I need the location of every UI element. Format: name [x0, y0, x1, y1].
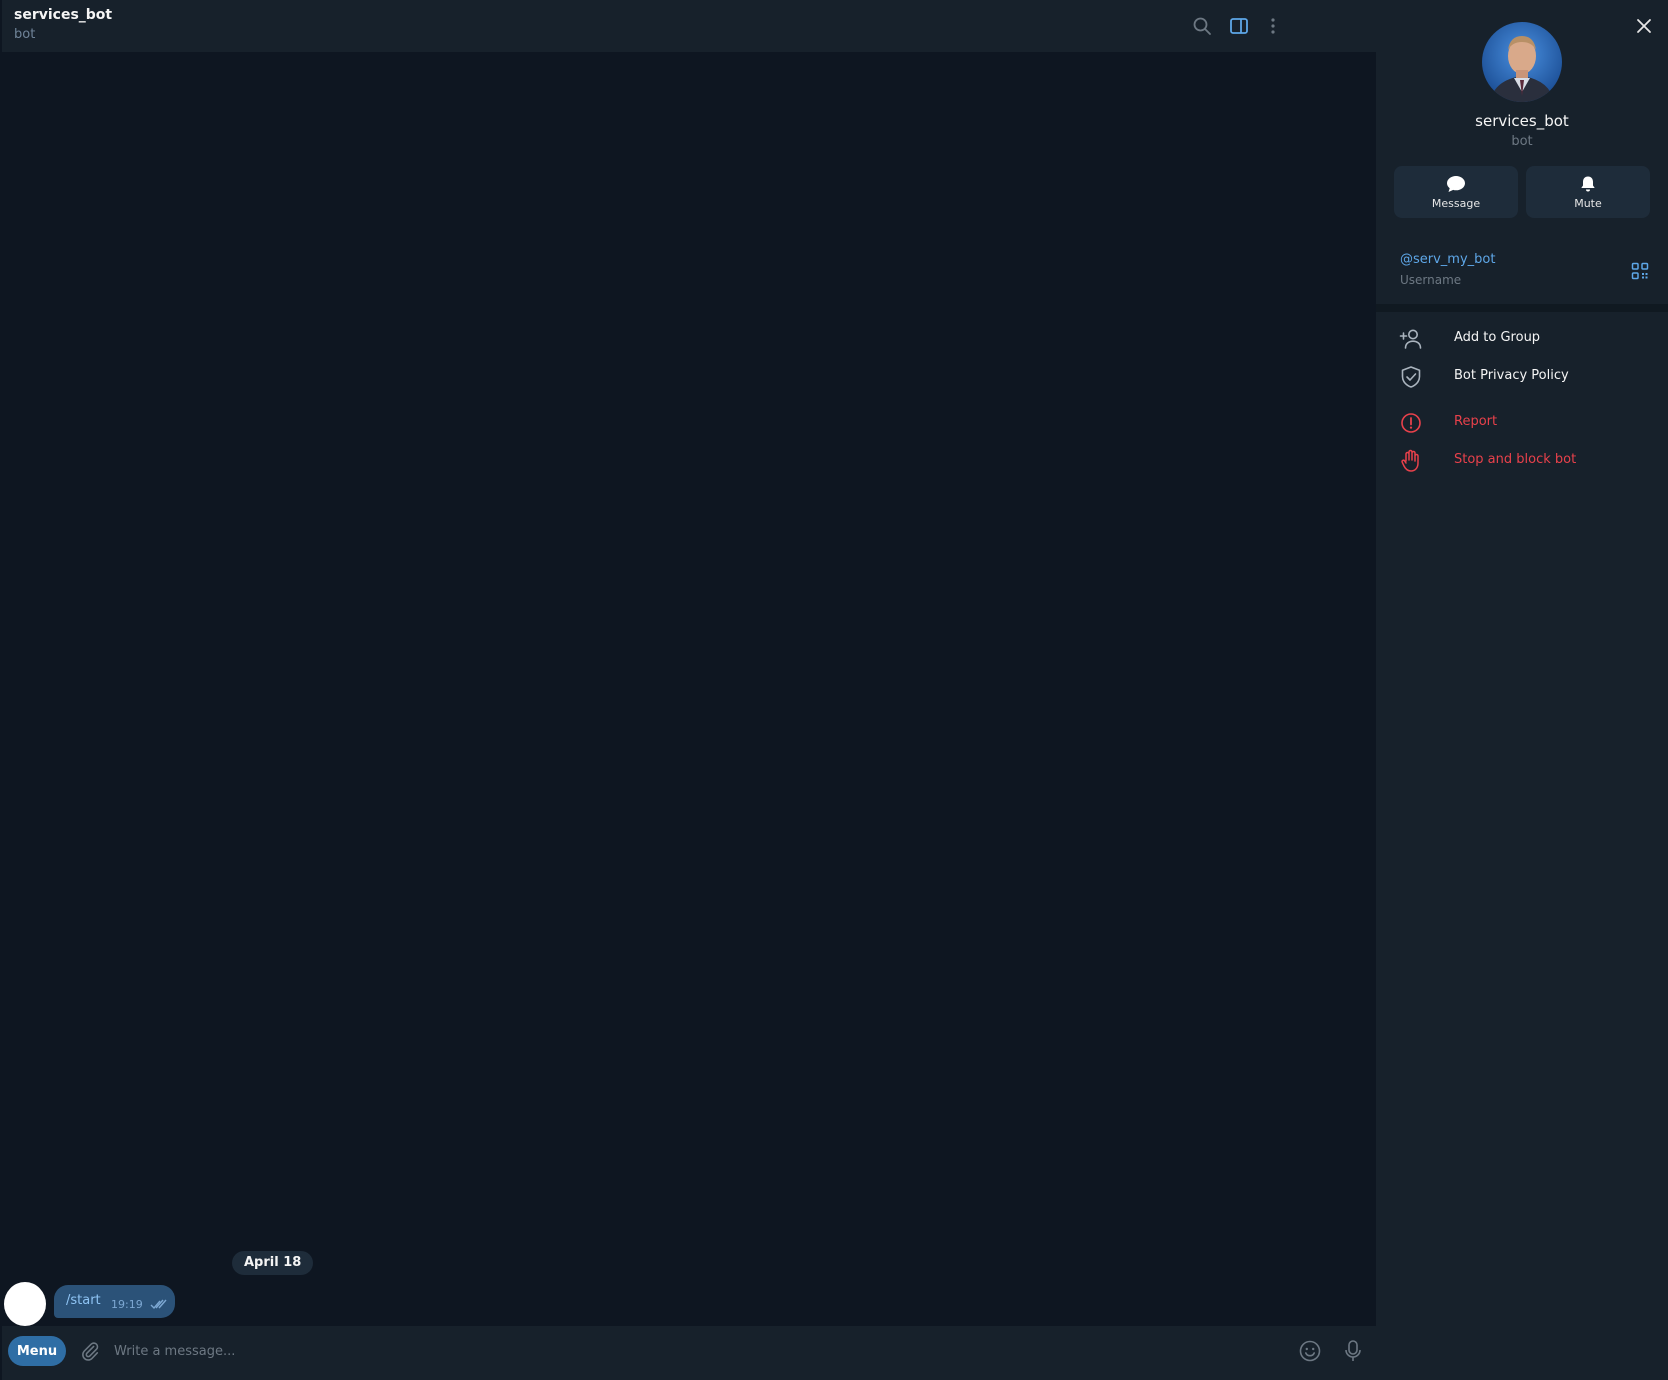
- profile-name: services_bot: [1475, 112, 1569, 130]
- emoji-button[interactable]: [1296, 1337, 1324, 1365]
- mute-action-label: Mute: [1574, 196, 1602, 210]
- profile-photo: [1482, 22, 1562, 102]
- username-value[interactable]: @serv_my_bot: [1400, 252, 1495, 267]
- microphone-icon: [1345, 1340, 1361, 1361]
- toggle-sidebar-button[interactable]: [1223, 10, 1255, 42]
- close-icon: [1637, 19, 1651, 33]
- add-user-icon: [1399, 329, 1422, 349]
- report-item[interactable]: Report: [1376, 404, 1668, 440]
- more-options-button[interactable]: [1257, 10, 1289, 42]
- privacy-icon-wrap: [1398, 364, 1424, 390]
- message-action-label: Message: [1431, 196, 1481, 210]
- profile-status: bot: [1511, 134, 1533, 149]
- user-avatar[interactable]: [4, 1282, 46, 1326]
- message-bubble[interactable]: /start 19:19: [54, 1285, 175, 1318]
- message-action-button[interactable]: Message: [1394, 166, 1518, 218]
- add-to-group-icon-wrap: [1398, 326, 1424, 352]
- sidebar-panel-icon: [1230, 18, 1248, 34]
- username-label: Username: [1400, 273, 1462, 287]
- profile-panel: services_bot bot Message Mute @serv_my_b…: [1376, 0, 1668, 1380]
- username-section: @serv_my_bot Username: [1376, 234, 1668, 306]
- qr-code-button[interactable]: [1628, 259, 1652, 283]
- chat-bubble-icon: [1447, 175, 1465, 192]
- report-icon-wrap: [1398, 410, 1424, 436]
- message-input[interactable]: [114, 1336, 1274, 1366]
- search-button[interactable]: [1186, 10, 1218, 42]
- report-label: Report: [1454, 414, 1498, 429]
- stop-and-block-bot-label: Stop and block bot: [1454, 452, 1577, 467]
- message-text[interactable]: /start: [66, 1293, 101, 1308]
- message-time: 19:19: [111, 1298, 143, 1311]
- shield-check-icon: [1401, 366, 1421, 388]
- paperclip-icon: [82, 1342, 99, 1361]
- search-icon: [1193, 17, 1211, 35]
- date-separator: April 18: [232, 1251, 314, 1275]
- hand-stop-icon: [1401, 449, 1419, 472]
- smile-icon: [1299, 1340, 1321, 1362]
- message-composer: Menu: [2, 1326, 1376, 1380]
- add-to-group-item[interactable]: Add to Group: [1376, 320, 1668, 356]
- chat-title[interactable]: services_bot: [14, 7, 112, 23]
- chat-header: services_bot bot: [2, 0, 1376, 52]
- alert-circle-icon: [1401, 413, 1421, 433]
- profile-avatar[interactable]: [1482, 22, 1562, 102]
- bell-icon: [1581, 176, 1595, 191]
- stop-and-block-bot-item[interactable]: Stop and block bot: [1376, 442, 1668, 478]
- more-vertical-icon: [1271, 18, 1275, 34]
- qr-code-icon: [1631, 262, 1649, 280]
- block-icon-wrap: [1398, 448, 1424, 474]
- chat-area: services_bot bot April 18 /start 19:19 M…: [2, 0, 1376, 1380]
- bot-privacy-policy-label: Bot Privacy Policy: [1454, 368, 1569, 383]
- close-panel-button[interactable]: [1630, 12, 1658, 40]
- section-divider: [1376, 304, 1668, 312]
- voice-record-button[interactable]: [1339, 1337, 1367, 1365]
- bot-menu-button[interactable]: Menu: [8, 1336, 66, 1366]
- attach-button[interactable]: [76, 1337, 104, 1365]
- bot-privacy-policy-item[interactable]: Bot Privacy Policy: [1376, 358, 1668, 394]
- username-row: @serv_my_bot Username: [1376, 234, 1668, 304]
- double-check-icon: [150, 1299, 167, 1310]
- mute-action-button[interactable]: Mute: [1526, 166, 1650, 218]
- chat-status: bot: [14, 27, 36, 42]
- add-to-group-label: Add to Group: [1454, 330, 1541, 345]
